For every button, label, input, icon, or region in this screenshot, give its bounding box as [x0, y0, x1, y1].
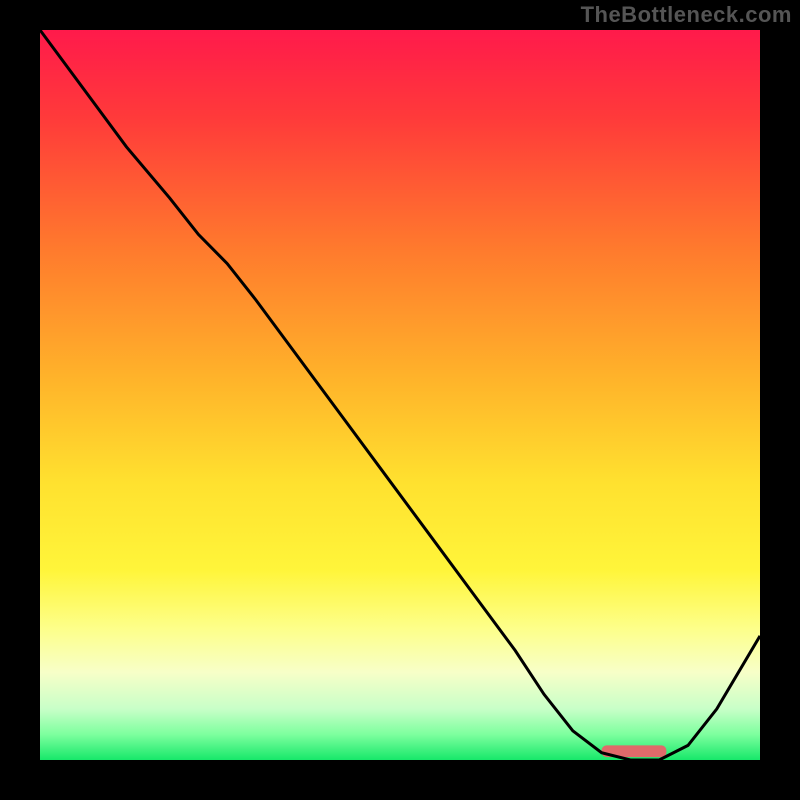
watermark-text: TheBottleneck.com	[581, 2, 792, 28]
chart-container: TheBottleneck.com	[0, 0, 800, 800]
chart-svg	[40, 30, 760, 760]
gradient-background	[40, 30, 760, 760]
plot-area	[40, 30, 760, 760]
